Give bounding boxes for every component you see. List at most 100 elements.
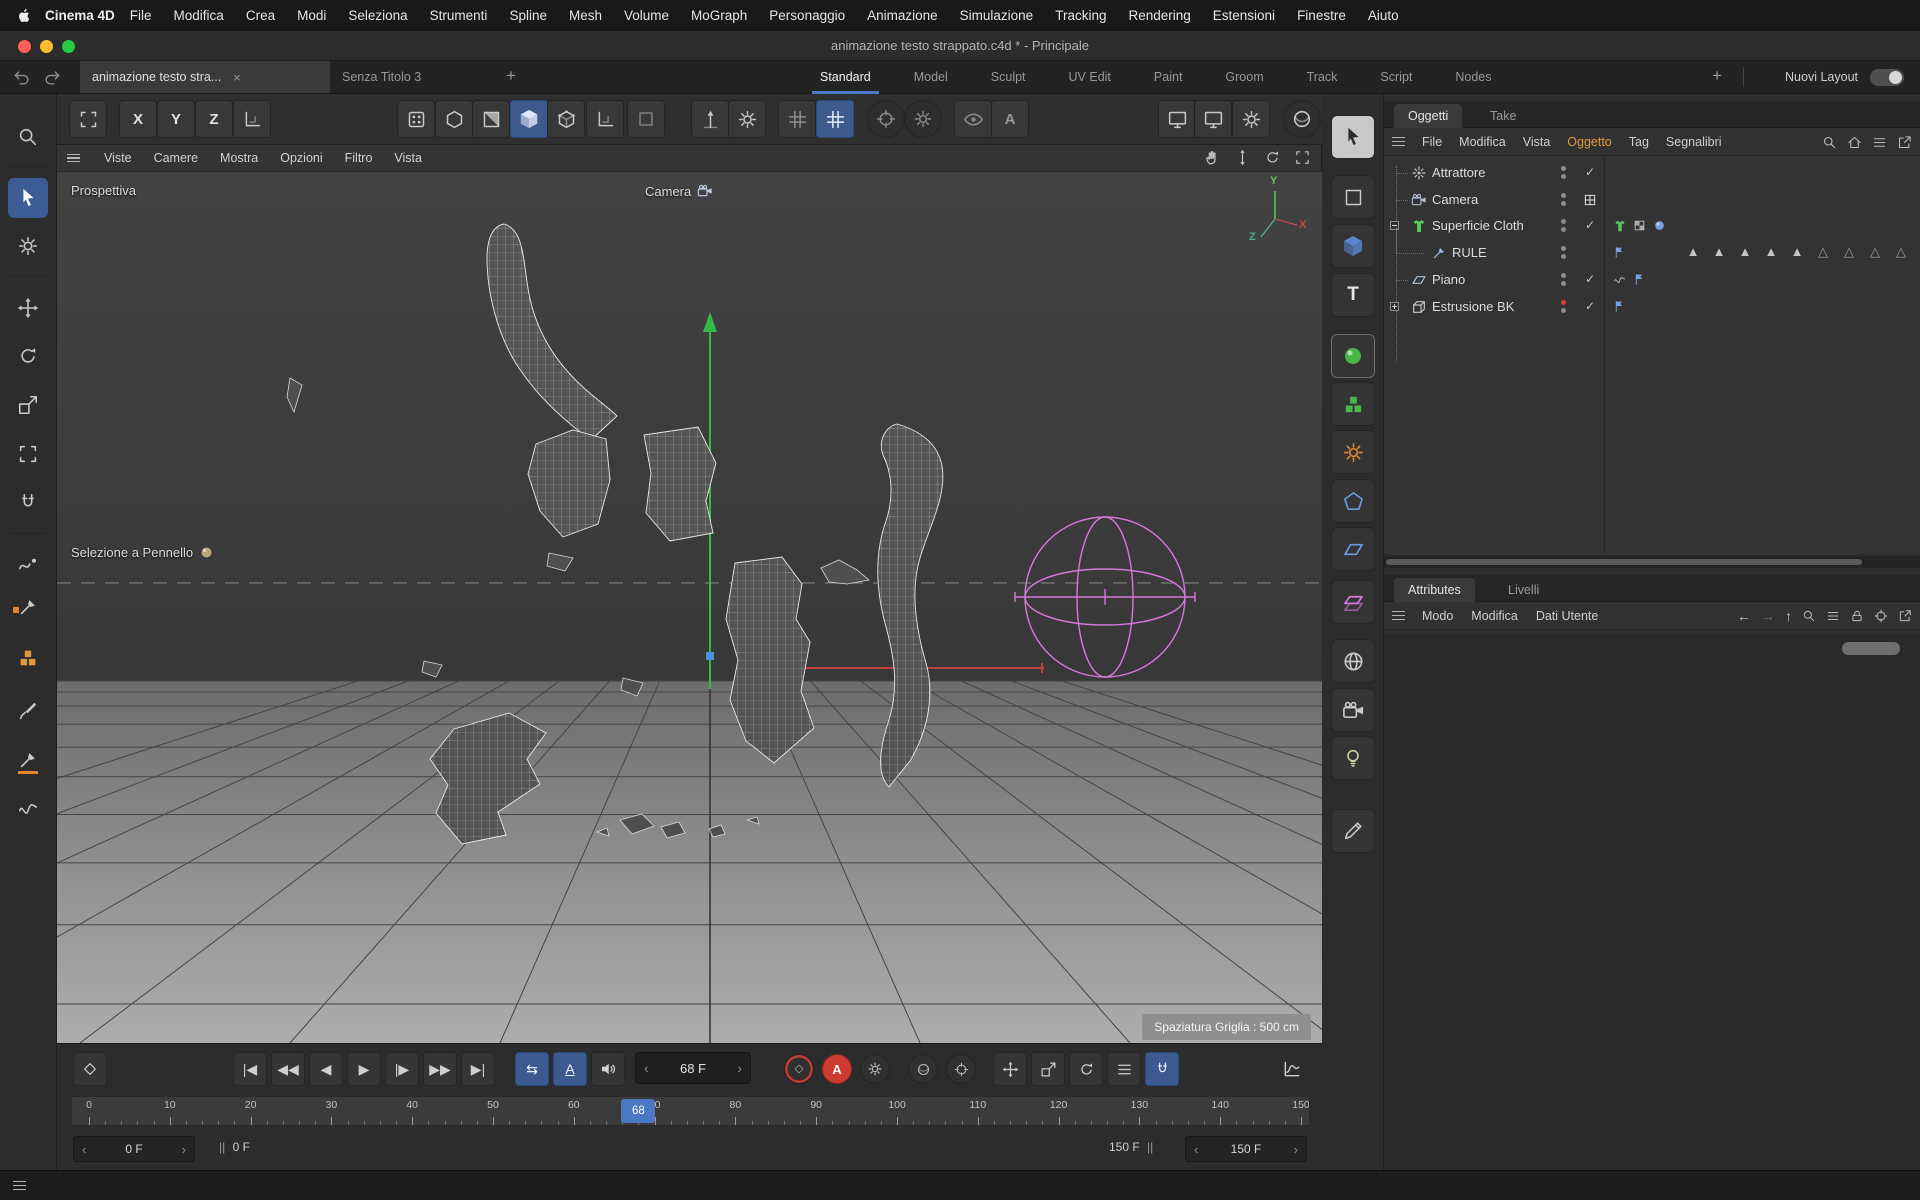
menubar-item[interactable]: Animazione xyxy=(856,8,949,23)
keyframe-marker-filled[interactable]: ▲ xyxy=(1706,244,1732,259)
layout-tab[interactable]: Paint xyxy=(1154,70,1183,84)
layout-tab[interactable]: Track xyxy=(1307,70,1338,84)
viewport-menu-item[interactable]: Camere xyxy=(154,151,198,165)
collapse-toggle[interactable] xyxy=(1390,221,1399,230)
open-panel-icon[interactable] xyxy=(1898,609,1912,623)
rotate-tool-button[interactable] xyxy=(8,336,48,376)
viewport-scene[interactable] xyxy=(57,172,1322,1043)
simulation-object-button[interactable] xyxy=(1331,334,1375,378)
object-name[interactable]: Estrusione BK xyxy=(1432,299,1514,314)
cloth-tag-icon[interactable] xyxy=(1612,218,1627,233)
menubar-item[interactable]: Aiuto xyxy=(1357,8,1410,23)
coordinate-system-button[interactable] xyxy=(233,100,271,138)
zoom-tool-button[interactable] xyxy=(8,117,48,157)
deformer-object-button[interactable] xyxy=(1331,430,1375,474)
document-tab[interactable]: Senza Titolo 3 xyxy=(330,61,480,93)
transport-button[interactable]: ◀ xyxy=(309,1052,343,1086)
home-icon[interactable] xyxy=(1847,135,1862,150)
menubar-item[interactable]: File xyxy=(119,8,163,23)
menubar-item[interactable]: Personaggio xyxy=(758,8,856,23)
menubar-item[interactable]: Strumenti xyxy=(419,8,499,23)
visibility-dots[interactable] xyxy=(1561,246,1566,259)
layout-toggle-switch[interactable] xyxy=(1870,69,1904,86)
transport-button[interactable]: |▶ xyxy=(385,1052,419,1086)
status-menu-icon[interactable] xyxy=(13,1181,26,1191)
object-mode-button[interactable] xyxy=(547,100,585,138)
history-forward-icon[interactable]: → xyxy=(1761,608,1775,624)
enabled-check-icon[interactable]: ✓ xyxy=(1585,299,1595,313)
playhead[interactable]: 68 xyxy=(621,1099,655,1123)
layout-tab[interactable]: UV Edit xyxy=(1069,70,1111,84)
object-manager-hscrollbar[interactable] xyxy=(1384,556,1920,568)
enabled-check-icon[interactable]: ✓ xyxy=(1585,218,1595,232)
app-menu-name[interactable]: Cinema 4D xyxy=(45,8,115,23)
filter-list-icon[interactable] xyxy=(1826,609,1840,623)
menubar-item[interactable]: Mesh xyxy=(558,8,613,23)
search-icon[interactable] xyxy=(1822,135,1837,150)
workplane-button[interactable] xyxy=(69,100,107,138)
smear-brush-tool-button[interactable] xyxy=(8,544,48,584)
viewport-menu-item[interactable]: Vista xyxy=(394,151,422,165)
target-icon[interactable] xyxy=(1874,609,1888,623)
visibility-dots[interactable] xyxy=(1561,166,1566,179)
viewport-menu-icon[interactable] xyxy=(67,154,80,163)
undo-icon[interactable] xyxy=(12,68,32,88)
keyframe-marker-filled[interactable]: ▲ xyxy=(1784,244,1810,259)
enable-axis-button[interactable] xyxy=(691,100,729,138)
menubar-item[interactable]: Rendering xyxy=(1117,8,1201,23)
frame-decrement-icon[interactable]: ‹ xyxy=(644,1060,649,1076)
paint-brush-tool-button[interactable] xyxy=(8,691,48,731)
menubar-item[interactable]: MoGraph xyxy=(680,8,758,23)
text-object-button[interactable]: T xyxy=(1331,273,1375,317)
viewport-menu-item[interactable]: Viste xyxy=(104,151,132,165)
om-menu-item[interactable]: File xyxy=(1422,135,1442,149)
menubar-item[interactable]: Tracking xyxy=(1044,8,1117,23)
autokey-toolbar-button[interactable]: A xyxy=(991,100,1029,138)
z-axis-handle[interactable] xyxy=(706,652,714,660)
tab-oggetti[interactable]: Oggetti xyxy=(1394,104,1462,128)
transport-button[interactable]: ▶| xyxy=(461,1052,495,1086)
increment-icon[interactable]: › xyxy=(182,1142,186,1157)
phong-tag-icon[interactable] xyxy=(1612,299,1627,314)
keyframe-marker-outline[interactable]: △ xyxy=(1810,244,1836,260)
cloner-object-button[interactable] xyxy=(1331,382,1375,426)
viewport-menu-item[interactable]: Mostra xyxy=(220,151,258,165)
attributes-menu-item[interactable]: Dati Utente xyxy=(1536,609,1599,623)
spline-tag-icon[interactable] xyxy=(1612,272,1627,287)
render-settings-button[interactable] xyxy=(1232,100,1270,138)
om-menu-item[interactable]: Segnalibri xyxy=(1666,135,1722,149)
volume-object-button[interactable] xyxy=(1331,479,1375,523)
object-name[interactable]: Camera xyxy=(1432,192,1478,207)
visibility-dots[interactable] xyxy=(1561,273,1566,286)
loop-playback-button[interactable]: ⇆ xyxy=(515,1052,549,1086)
increment-icon[interactable]: › xyxy=(1294,1142,1298,1157)
search-icon[interactable] xyxy=(1802,609,1816,623)
axis-y-button[interactable]: Y xyxy=(157,100,195,138)
pan-view-icon[interactable] xyxy=(1204,149,1221,166)
active-camera-toggle-icon[interactable] xyxy=(1583,193,1597,207)
scale-tool-button[interactable] xyxy=(8,385,48,425)
om-menu-item[interactable]: Vista xyxy=(1523,135,1551,149)
menubar-item[interactable]: Modifica xyxy=(163,8,235,23)
range-end-spinner[interactable]: ‹ 150 F › xyxy=(1185,1136,1307,1162)
layout-tab[interactable]: Standard xyxy=(820,70,871,84)
knife-tool-button[interactable] xyxy=(8,587,48,627)
menubar-item[interactable]: Volume xyxy=(613,8,680,23)
attributes-menu-icon[interactable] xyxy=(1392,611,1405,621)
om-menu-item[interactable]: Oggetto xyxy=(1567,135,1611,149)
dolly-view-icon[interactable] xyxy=(1234,149,1251,166)
keyframe-marker-filled[interactable]: ▲ xyxy=(1732,244,1758,259)
object-row-attrattore[interactable]: Attrattore ✓ xyxy=(1384,160,1920,186)
material-sphere-button[interactable] xyxy=(1283,100,1321,138)
record-pla-button[interactable] xyxy=(1145,1052,1179,1086)
record-scale-button[interactable] xyxy=(1031,1052,1065,1086)
instance-object-button[interactable] xyxy=(1331,580,1375,624)
camera-label[interactable]: Camera xyxy=(645,183,713,199)
open-panel-icon[interactable] xyxy=(1897,135,1912,150)
phong-tag-icon[interactable] xyxy=(1632,272,1647,287)
layout-tab[interactable]: Script xyxy=(1380,70,1412,84)
visibility-dots[interactable] xyxy=(1561,300,1566,313)
new-layout-label[interactable]: Nuovi Layout xyxy=(1785,70,1858,84)
tab-livelli[interactable]: Livelli xyxy=(1494,578,1553,602)
sound-button[interactable] xyxy=(591,1052,625,1086)
